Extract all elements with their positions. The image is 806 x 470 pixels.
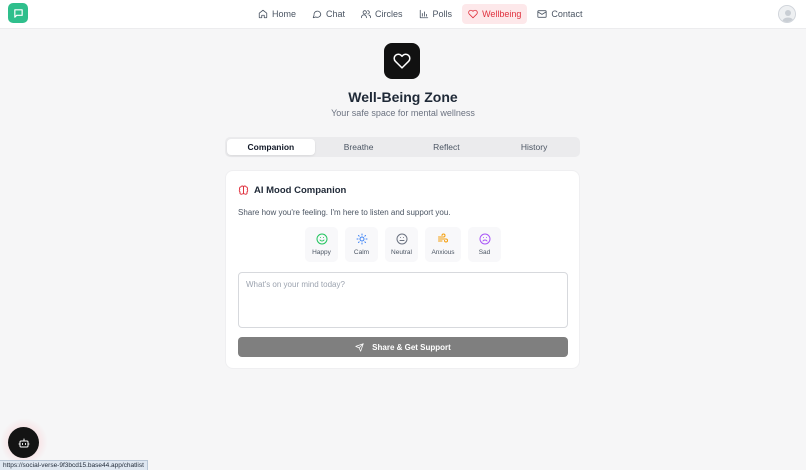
tab-companion[interactable]: Companion (227, 139, 315, 155)
user-avatar[interactable] (778, 5, 796, 23)
main-nav: Home Chat Circles Polls Wellbeing Contac… (252, 4, 592, 24)
bar-chart-icon (419, 9, 428, 19)
nav-item-chat[interactable]: Chat (306, 4, 351, 24)
smile-icon (316, 233, 327, 245)
mood-label: Neutral (391, 249, 412, 256)
nav-item-polls[interactable]: Polls (413, 4, 459, 24)
heart-icon (393, 53, 411, 69)
mood-anxious-button[interactable]: Anxious (425, 227, 461, 262)
nav-label: Home (272, 9, 297, 19)
top-header: Home Chat Circles Polls Wellbeing Contac… (0, 0, 806, 29)
status-bar-url: https://social-verse-9f3bcd15.base44.app… (0, 460, 148, 470)
card-header: AI Mood Companion (238, 185, 346, 196)
tab-reflect[interactable]: Reflect (403, 139, 491, 155)
mood-label: Sad (478, 249, 491, 256)
home-icon (258, 9, 268, 19)
app-logo[interactable] (8, 3, 28, 23)
brain-icon (238, 185, 249, 195)
users-icon (361, 10, 372, 19)
mood-message-input[interactable] (238, 272, 568, 328)
mood-label: Anxious (431, 249, 455, 256)
send-icon (355, 342, 364, 352)
share-support-button[interactable]: Share & Get Support (238, 337, 568, 357)
tab-history[interactable]: History (490, 139, 578, 155)
nav-item-circles[interactable]: Circles (355, 4, 409, 24)
meh-icon (396, 233, 407, 245)
nav-label: Wellbeing (482, 9, 522, 19)
heart-icon (468, 9, 478, 19)
mood-label: Calm (353, 249, 370, 256)
nav-label: Circles (375, 9, 403, 19)
nav-item-wellbeing[interactable]: Wellbeing (462, 4, 528, 24)
wellbeing-tabs: Companion Breathe Reflect History (225, 137, 580, 157)
nav-item-home[interactable]: Home (252, 4, 302, 24)
avatar-image-icon (779, 6, 795, 22)
tab-breathe[interactable]: Breathe (315, 139, 403, 155)
wind-icon (438, 233, 448, 243)
mood-happy-button[interactable]: Happy (305, 227, 338, 262)
mail-icon (537, 10, 548, 18)
nav-item-contact[interactable]: Contact (531, 4, 588, 24)
nav-label: Contact (551, 9, 583, 19)
mood-sad-button[interactable]: Sad (468, 227, 501, 262)
assistant-bot-button[interactable] (8, 427, 39, 458)
nav-label: Chat (326, 9, 346, 19)
card-title: AI Mood Companion (254, 185, 347, 196)
page-title: Well-Being Zone (348, 89, 458, 105)
chat-bubble-logo-icon (13, 8, 23, 18)
mood-companion-card: AI Mood Companion Share how you're feeli… (225, 170, 580, 369)
card-description: Share how you're feeling. I'm here to li… (238, 208, 451, 217)
bot-icon (18, 438, 29, 447)
frown-icon (479, 233, 490, 245)
sun-icon (356, 233, 367, 245)
mood-label: Happy (312, 249, 331, 256)
page-subtitle: Your safe space for mental wellness (331, 108, 475, 118)
wellbeing-hero-badge (384, 43, 420, 79)
chat-icon (312, 10, 322, 19)
submit-label: Share & Get Support (372, 342, 451, 352)
mood-neutral-button[interactable]: Neutral (385, 227, 418, 262)
nav-label: Polls (432, 9, 453, 19)
mood-selector: Happy Calm Neutral Anxious Sad (305, 227, 501, 262)
mood-calm-button[interactable]: Calm (345, 227, 378, 262)
